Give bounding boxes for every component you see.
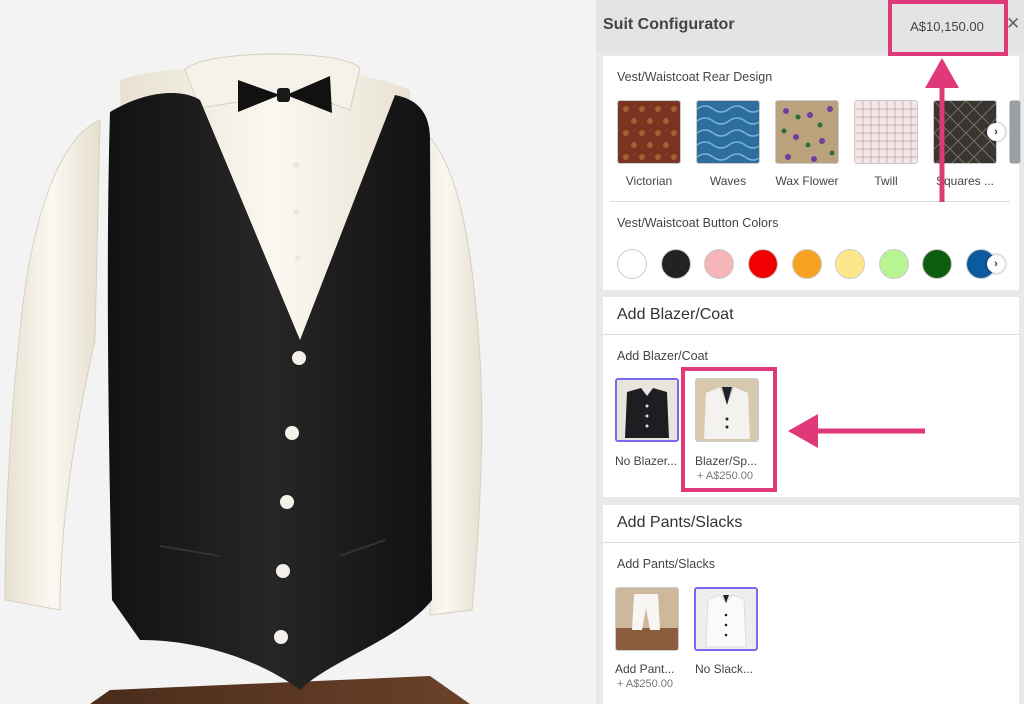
annotation-arrows — [788, 58, 959, 448]
left-arrow-head — [788, 414, 818, 448]
up-arrow-head — [925, 58, 959, 88]
